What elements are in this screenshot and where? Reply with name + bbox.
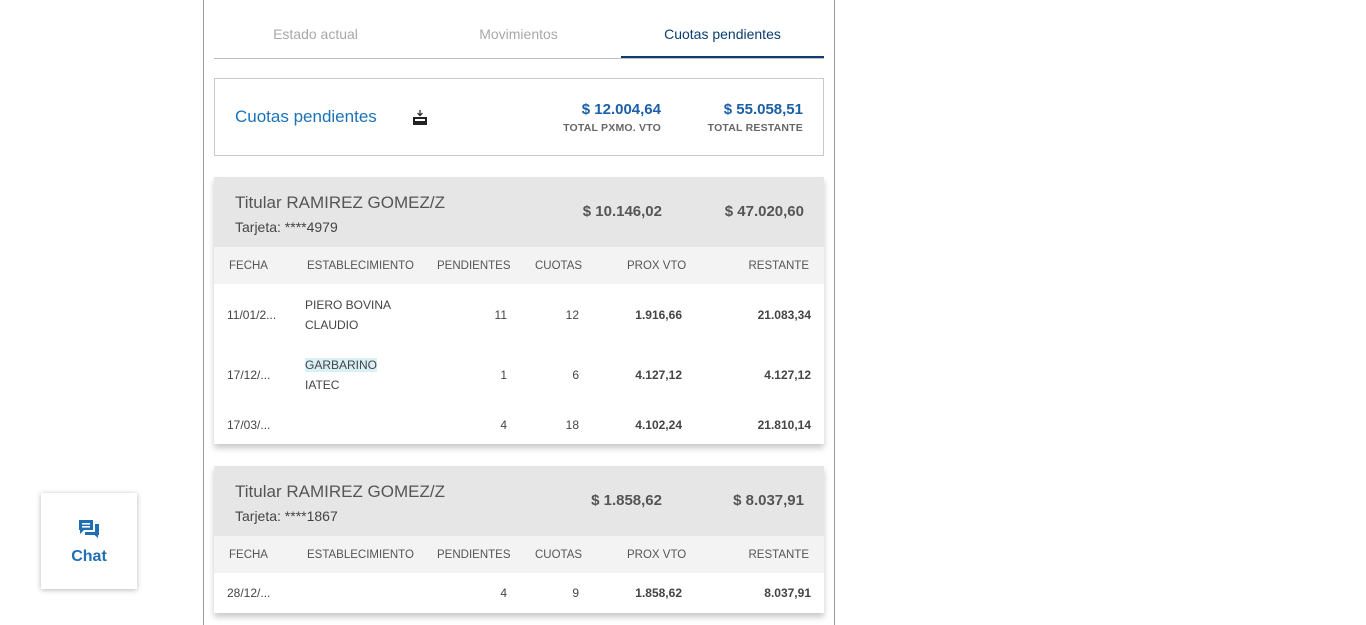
- col-prox-vto[interactable]: PROX VTO: [627, 260, 686, 272]
- row-fecha: 28/12/...: [227, 586, 271, 600]
- card-header: Titular RAMIREZ GOMEZ/Z Tarjeta: ****186…: [214, 466, 824, 536]
- row-cuotas: 12: [565, 308, 579, 322]
- summary-next-due: $ 12.004,64 TOTAL PXMO. VTO: [563, 101, 661, 134]
- row-establecimiento: GARBARINO: [305, 358, 378, 372]
- col-establecimiento[interactable]: ESTABLECIMIENTO: [307, 260, 414, 272]
- summary-box: Cuotas pendientes $ 12.004,64 TOTAL PXMO…: [214, 78, 824, 156]
- card-number: Tarjeta: ****1867: [235, 508, 338, 524]
- row-prox-vto: 1.916,66: [635, 308, 682, 322]
- col-pendientes[interactable]: PENDIENTES: [437, 260, 511, 272]
- chat-button[interactable]: Chat: [41, 493, 137, 589]
- col-prox-vto[interactable]: PROX VTO: [627, 549, 686, 561]
- row-establecimiento-2: IATEC: [305, 378, 340, 392]
- summary-remaining-label: TOTAL RESTANTE: [707, 122, 803, 134]
- row-pendientes: 11: [494, 308, 507, 322]
- row-prox-vto: 4.102,24: [635, 418, 682, 432]
- row-cuotas: 6: [572, 368, 579, 382]
- col-cuotas[interactable]: CUOTAS: [535, 260, 582, 272]
- row-pendientes: 4: [500, 586, 507, 600]
- col-pendientes[interactable]: PENDIENTES: [437, 549, 511, 561]
- row-restante: 21.083,34: [757, 308, 811, 322]
- row-cuotas: 18: [565, 418, 579, 432]
- col-establecimiento[interactable]: ESTABLECIMIENTO: [307, 549, 414, 561]
- card-holder: Titular RAMIREZ GOMEZ/Z: [235, 482, 445, 501]
- download-icon[interactable]: [411, 109, 429, 127]
- tab-cuotas-pendientes[interactable]: Cuotas pendientes: [621, 0, 824, 58]
- row-restante: 8.037,91: [764, 586, 811, 600]
- summary-next-due-label: TOTAL PXMO. VTO: [563, 122, 661, 134]
- row-fecha: 17/12/...: [227, 368, 271, 382]
- chat-icon: [79, 520, 99, 538]
- row-pendientes: 4: [500, 418, 507, 432]
- table-header: FECHA ESTABLECIMIENTO PENDIENTES CUOTAS …: [214, 536, 824, 573]
- row-restante: 4.127,12: [764, 368, 811, 382]
- card-section: Titular RAMIREZ GOMEZ/Z Tarjeta: ****497…: [214, 177, 824, 444]
- col-restante[interactable]: RESTANTE: [749, 549, 810, 561]
- card-section: Titular RAMIREZ GOMEZ/Z Tarjeta: ****186…: [214, 466, 824, 613]
- summary-title: Cuotas pendientes: [235, 107, 377, 126]
- tab-bar: Estado actual Movimientos Cuotas pendien…: [214, 0, 824, 59]
- tab-estado-actual[interactable]: Estado actual: [214, 0, 417, 58]
- table-row[interactable]: 17/03/... 4 18 4.102,24 21.810,14: [214, 404, 824, 444]
- summary-remaining-value: $ 55.058,51: [723, 101, 803, 118]
- row-restante: 21.810,14: [757, 418, 811, 432]
- row-establecimiento: PIERO BOVINA: [305, 298, 392, 312]
- col-fecha[interactable]: FECHA: [229, 260, 268, 272]
- card-remaining: $ 47.020,60: [724, 203, 804, 220]
- card-holder: Titular RAMIREZ GOMEZ/Z: [235, 193, 445, 212]
- chat-label: Chat: [71, 548, 107, 565]
- tab-movimientos[interactable]: Movimientos: [417, 0, 620, 58]
- row-prox-vto: 4.127,12: [635, 368, 682, 382]
- main-panel: Estado actual Movimientos Cuotas pendien…: [203, 0, 835, 625]
- col-fecha[interactable]: FECHA: [229, 549, 268, 561]
- card-remaining: $ 8.037,91: [733, 492, 804, 509]
- row-fecha: 11/01/2...: [227, 308, 277, 322]
- table-header: FECHA ESTABLECIMIENTO PENDIENTES CUOTAS …: [214, 247, 824, 284]
- summary-next-due-value: $ 12.004,64: [581, 101, 661, 118]
- summary-remaining: $ 55.058,51 TOTAL RESTANTE: [708, 101, 803, 134]
- col-restante[interactable]: RESTANTE: [749, 260, 810, 272]
- card-number: Tarjeta: ****4979: [235, 219, 338, 235]
- row-cuotas: 9: [572, 586, 579, 600]
- row-establecimiento-2: CLAUDIO: [305, 318, 359, 332]
- card-next-due: $ 10.146,02: [582, 203, 662, 220]
- col-cuotas[interactable]: CUOTAS: [535, 549, 582, 561]
- table-row[interactable]: 28/12/... 4 9 1.858,62 8.037,91: [214, 573, 824, 613]
- table-row[interactable]: 11/01/2... PIERO BOVINA CLAUDIO 11 12 1.…: [214, 284, 824, 344]
- table-row[interactable]: 17/12/... GARBARINO IATEC 1 6 4.127,12 4…: [214, 344, 824, 404]
- row-prox-vto: 1.858,62: [635, 586, 682, 600]
- card-header: Titular RAMIREZ GOMEZ/Z Tarjeta: ****497…: [214, 177, 824, 247]
- row-pendientes: 1: [500, 368, 507, 382]
- row-fecha: 17/03/...: [227, 418, 271, 432]
- card-next-due: $ 1.858,62: [591, 492, 662, 509]
